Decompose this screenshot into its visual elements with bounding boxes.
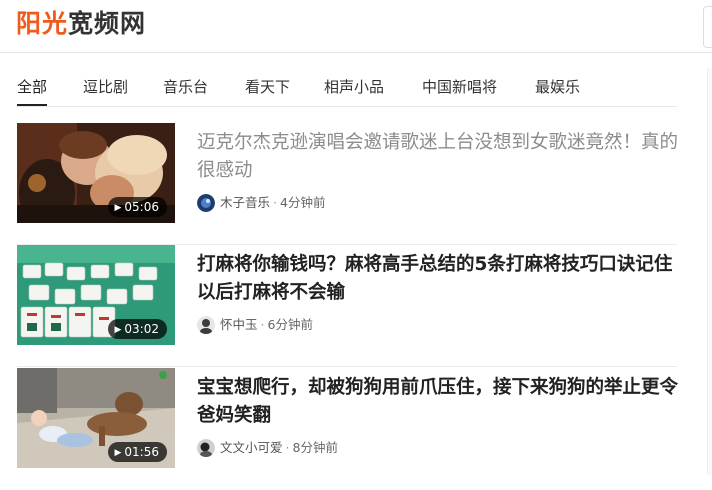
author-name[interactable]: 文文小可爱 [220,440,283,455]
video-title[interactable]: 打麻将你输钱吗？麻将高手总结的5条打麻将技巧口诀记住以后打麻将不会输 [197,251,681,307]
play-icon: ▶ [114,325,122,335]
tab-world[interactable]: 看天下 [245,72,290,102]
video-item[interactable]: ▶ 05:06 迈克尔杰克逊演唱会邀请歌迷上台没想到女歌迷竟然！真的很感动 木子音… [17,123,678,245]
header-right-edge [703,6,712,48]
logo-text-brand: 阳光 [16,9,69,38]
tabs-divider [17,106,677,107]
page-scrollbar[interactable] [707,68,712,475]
post-time: 4分钟前 [280,195,326,210]
duration-text: 05:06 [124,200,159,214]
video-meta: 木子音乐 · 4分钟前 [197,193,325,213]
play-icon: ▶ [114,448,122,458]
duration-badge: ▶ 05:06 [108,197,167,217]
author-avatar[interactable] [197,438,215,457]
tab-entertainment[interactable]: 最娱乐 [535,72,580,102]
avatar-image [197,193,215,212]
video-item[interactable]: ▶ 01:56 宝宝想爬行，却被狗狗用前爪压住，接下来狗狗的举止更令爸妈笑翻 文文… [17,368,678,490]
post-time: 8分钟前 [292,440,338,455]
tab-music[interactable]: 音乐台 [163,72,208,102]
tab-all[interactable]: 全部 [17,72,48,106]
video-thumbnail[interactable]: ▶ 05:06 [17,123,175,223]
logo-text-site: 宽频网 [68,9,147,38]
video-title[interactable]: 宝宝想爬行，却被狗狗用前爪压住，接下来狗狗的举止更令爸妈笑翻 [197,374,681,430]
video-meta: 怀中玉 · 6分钟前 [197,315,313,335]
meta-separator: · [285,440,290,455]
tab-new-singer[interactable]: 中国新唱将 [422,72,497,102]
video-meta: 文文小可爱 · 8分钟前 [197,438,338,458]
meta-separator: · [260,317,265,332]
tab-crosstalk[interactable]: 相声小品 [324,72,384,102]
author-avatar[interactable] [197,193,215,212]
video-title[interactable]: 迈克尔杰克逊演唱会邀请歌迷上台没想到女歌迷竟然！真的很感动 [197,129,681,185]
author-name[interactable]: 怀中玉 [220,317,258,332]
play-icon: ▶ [114,203,122,213]
site-logo[interactable]: 阳光宽频网 [16,8,146,40]
video-thumbnail[interactable]: ▶ 03:02 [17,245,175,345]
avatar-image [197,438,215,457]
video-thumbnail[interactable]: ▶ 01:56 [17,368,175,468]
duration-badge: ▶ 01:56 [108,442,167,462]
post-time: 6分钟前 [267,317,313,332]
category-tabs: 全部 逗比剧 音乐台 看天下 相声小品 中国新唱将 最娱乐 [17,72,677,106]
duration-text: 01:56 [124,445,159,459]
site-header: 阳光宽频网 [0,0,712,53]
duration-badge: ▶ 03:02 [108,319,167,339]
author-avatar[interactable] [197,315,215,334]
video-item[interactable]: ▶ 03:02 打麻将你输钱吗？麻将高手总结的5条打麻将技巧口诀记住以后打麻将不会… [17,245,677,367]
meta-separator: · [273,195,277,210]
tab-doubiju[interactable]: 逗比剧 [83,72,128,102]
author-name[interactable]: 木子音乐 [220,195,270,210]
duration-text: 03:02 [124,322,159,336]
item-divider [17,366,677,367]
avatar-image [197,315,215,334]
